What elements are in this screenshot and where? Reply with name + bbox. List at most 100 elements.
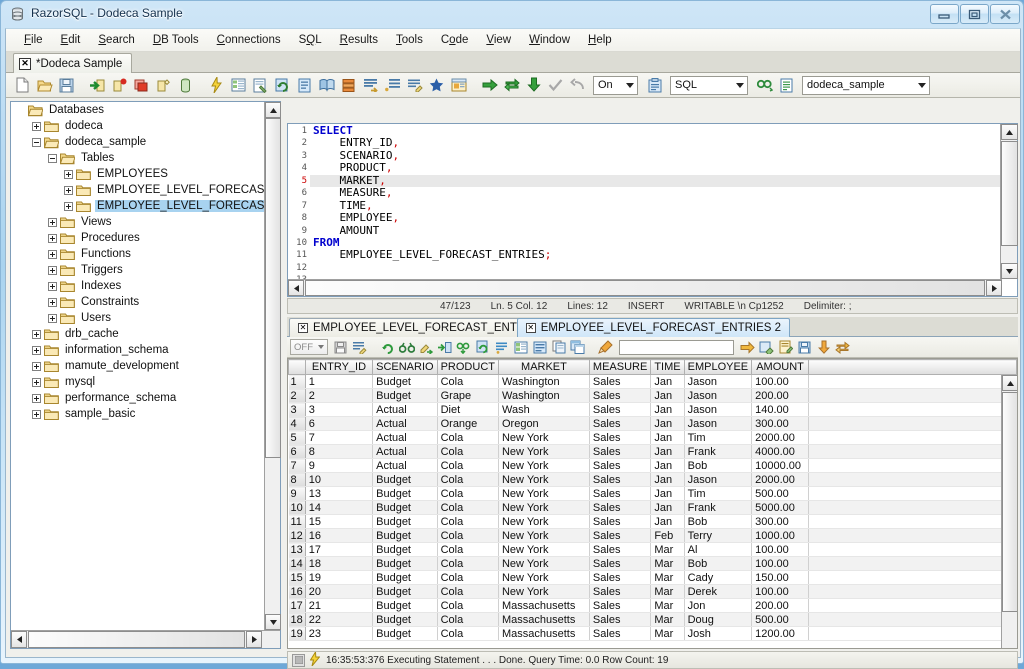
menu-item-search[interactable]: Search	[89, 31, 143, 49]
cell-entry_id[interactable]: 20	[305, 584, 374, 599]
tree-node-procedures[interactable]: Procedures	[11, 230, 265, 246]
tree-node-employee-level-forecast-entries[interactable]: EMPLOYEE_LEVEL_FORECAST_ENTRIES	[11, 198, 265, 214]
tree-node-sample-basic[interactable]: sample_basic	[11, 406, 265, 422]
tree-node-employees[interactable]: EMPLOYEES	[11, 166, 265, 182]
cell-time[interactable]: Jan	[650, 402, 685, 417]
binoculars-icon[interactable]	[397, 338, 416, 357]
cell-measure[interactable]: Sales	[589, 626, 652, 641]
page-refresh-blue-icon[interactable]	[473, 338, 492, 357]
cell-product[interactable]: Diet	[437, 402, 499, 417]
cell-scenario[interactable]: Budget	[372, 374, 438, 389]
tree-node-views[interactable]: Views	[11, 214, 265, 230]
cell-entry_id[interactable]: 18	[305, 556, 374, 571]
cell-entry_id[interactable]: 21	[305, 598, 374, 613]
close-button[interactable]	[990, 4, 1020, 24]
arrow-down-orange-icon[interactable]	[814, 338, 833, 357]
cell-measure[interactable]: Sales	[589, 402, 652, 417]
table-row[interactable]: 14 18 Budget Cola New York Sales Mar Bob 100.00	[288, 556, 1017, 571]
cell-measure[interactable]: Sales	[589, 570, 652, 585]
cell-entry_id[interactable]: 2	[305, 388, 374, 403]
cell-market[interactable]: Wash	[498, 402, 590, 417]
expand-icon[interactable]	[47, 313, 58, 324]
grid-transpose-icon[interactable]	[568, 338, 587, 357]
tree-horizontal-scrollbar[interactable]	[11, 630, 280, 648]
cell-employee[interactable]: Jon	[684, 598, 753, 613]
table-row[interactable]: 6 8 Actual Cola New York Sales Jan Frank 4000.00	[288, 444, 1017, 459]
table-row[interactable]: 4 6 Actual Orange Oregon Sales Jan Jason 300.00	[288, 416, 1017, 431]
cell-employee[interactable]: Jason	[684, 416, 753, 431]
cell-scenario[interactable]: Budget	[372, 528, 438, 543]
table-row[interactable]: 5 7 Actual Cola New York Sales Jan Tim 2000.00	[288, 430, 1017, 445]
expand-icon[interactable]	[47, 233, 58, 244]
grid-scroll-thumb[interactable]	[1002, 392, 1017, 612]
tree-vertical-scrollbar[interactable]	[264, 102, 281, 630]
cell-product[interactable]: Cola	[437, 612, 499, 627]
cell-measure[interactable]: Sales	[589, 584, 652, 599]
db-object-icon[interactable]	[175, 75, 196, 96]
scroll-down-button[interactable]	[1001, 263, 1018, 279]
cell-market[interactable]: Washington	[498, 388, 590, 403]
expand-icon[interactable]	[63, 201, 74, 212]
results-tab-1[interactable]: ✕ EMPLOYEE_LEVEL_FORECAST_ENTRIES	[289, 318, 553, 337]
cell-market[interactable]: New York	[498, 556, 590, 571]
editor-scroll-thumb[interactable]	[1001, 141, 1018, 246]
cell-market[interactable]: New York	[498, 542, 590, 557]
tree-node-tables[interactable]: Tables	[11, 150, 265, 166]
expand-icon[interactable]	[63, 169, 74, 180]
cell-employee[interactable]: Bob	[684, 514, 753, 529]
cell-product[interactable]: Cola	[437, 528, 499, 543]
menu-item-sql[interactable]: SQL	[290, 31, 331, 49]
cell-amount[interactable]: 100.00	[751, 542, 809, 557]
cell-market[interactable]: New York	[498, 458, 590, 473]
cell-time[interactable]: Mar	[650, 626, 685, 641]
floppy-blue-icon[interactable]	[795, 338, 814, 357]
tree-node-triggers[interactable]: Triggers	[11, 262, 265, 278]
column-header-entry_id[interactable]: ENTRY_ID	[304, 359, 374, 375]
cell-product[interactable]: Orange	[437, 416, 499, 431]
cell-measure[interactable]: Sales	[589, 514, 652, 529]
script-icon[interactable]	[776, 75, 797, 96]
cell-time[interactable]: Jan	[650, 430, 685, 445]
menu-item-file[interactable]: File	[15, 31, 52, 49]
cell-market[interactable]: Oregon	[498, 416, 590, 431]
expand-icon[interactable]	[31, 409, 42, 420]
cell-market[interactable]: New York	[498, 570, 590, 585]
cell-product[interactable]: Cola	[437, 584, 499, 599]
column-header-scenario[interactable]: SCENARIO	[372, 359, 438, 375]
table-row[interactable]: 3 3 Actual Diet Wash Sales Jan Jason 140.00	[288, 402, 1017, 417]
cell-market[interactable]: Massachusetts	[498, 612, 590, 627]
expand-icon[interactable]	[31, 121, 42, 132]
menu-item-db-tools[interactable]: DB Tools	[144, 31, 208, 49]
refresh-db-icon[interactable]	[272, 75, 293, 96]
cell-measure[interactable]: Sales	[589, 542, 652, 557]
cell-time[interactable]: Mar	[650, 542, 685, 557]
cell-employee[interactable]: Al	[684, 542, 753, 557]
execute-forward-icon[interactable]	[479, 75, 500, 96]
expand-icon[interactable]	[47, 265, 58, 276]
cell-amount[interactable]: 100.00	[751, 374, 809, 389]
connection-select[interactable]: dodeca_sample	[802, 75, 930, 95]
row-insert-green-icon[interactable]	[435, 338, 454, 357]
generate-ddl-icon[interactable]	[338, 75, 359, 96]
tree-node-employee-level-forecast[interactable]: EMPLOYEE_LEVEL_FORECAST	[11, 182, 265, 198]
describe-table-icon[interactable]	[250, 75, 271, 96]
cell-entry_id[interactable]: 3	[305, 402, 374, 417]
scroll-up-button[interactable]	[1001, 124, 1018, 140]
disconnect-icon[interactable]	[109, 75, 130, 96]
cell-employee[interactable]: Josh	[684, 626, 753, 641]
cell-employee[interactable]: Jason	[684, 388, 753, 403]
menu-item-help[interactable]: Help	[579, 31, 621, 49]
column-header-measure[interactable]: MEASURE	[588, 359, 652, 375]
cell-time[interactable]: Feb	[650, 528, 685, 543]
expand-icon[interactable]	[31, 345, 42, 356]
close-icon[interactable]: ✕	[525, 323, 536, 333]
cell-entry_id[interactable]: 19	[305, 570, 374, 585]
autocommit-select[interactable]: On	[593, 75, 638, 95]
rollback-icon[interactable]	[567, 75, 588, 96]
scroll-up-button[interactable]	[1002, 375, 1017, 391]
tree-node-users[interactable]: Users	[11, 310, 265, 326]
editor-vertical-scrollbar[interactable]	[1000, 124, 1018, 279]
save-file-icon[interactable]	[56, 75, 77, 96]
table-row[interactable]: 11 15 Budget Cola New York Sales Jan Bob 300.00	[288, 514, 1017, 529]
cell-time[interactable]: Mar	[650, 570, 685, 585]
